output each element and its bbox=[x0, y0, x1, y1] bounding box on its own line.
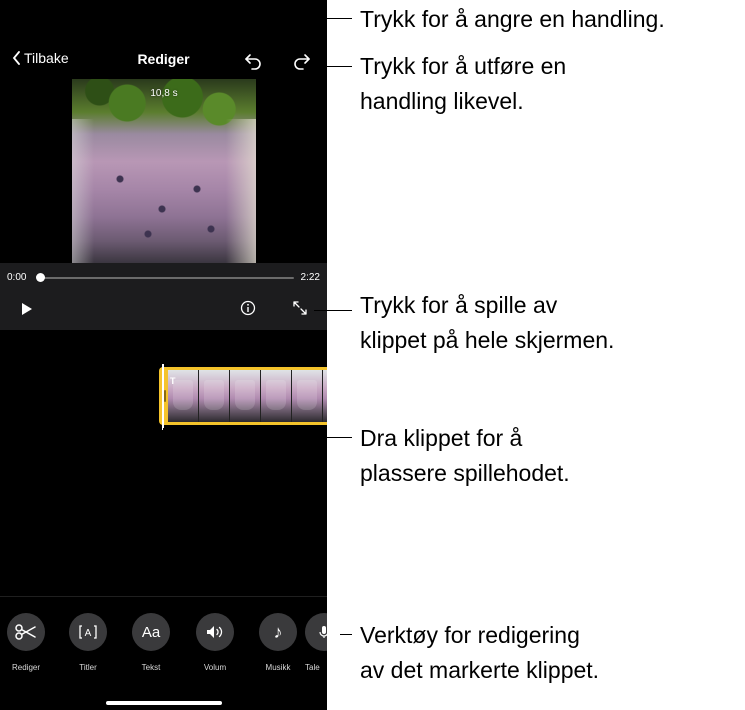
callout-line-fullscreen bbox=[314, 310, 352, 311]
clip-frame bbox=[230, 370, 261, 422]
time-end: 2:22 bbox=[300, 272, 320, 283]
playhead bbox=[162, 364, 164, 430]
tool-volum[interactable]: Volum bbox=[190, 613, 240, 672]
clip-duration: 10,8 s bbox=[150, 88, 178, 99]
clip-frame bbox=[292, 370, 323, 422]
callout-drag-line2: plassere spillehodet. bbox=[360, 460, 570, 486]
callout-line-redo bbox=[316, 66, 352, 67]
callout-fullscreen-line2: klippet på hele skjermen. bbox=[360, 327, 615, 353]
callout-drag-line1: Dra klippet for å bbox=[360, 425, 523, 451]
tool-musikk[interactable]: ♪ Musikk bbox=[253, 613, 303, 672]
tool-button[interactable]: Aa bbox=[132, 613, 170, 651]
scissors-icon bbox=[15, 624, 36, 640]
tool-button[interactable]: ♪ bbox=[259, 613, 297, 651]
redo-icon[interactable] bbox=[291, 49, 313, 71]
clip-frame bbox=[323, 370, 327, 422]
tool-label: Tekst bbox=[141, 663, 161, 672]
tool-titler[interactable]: A Titler bbox=[63, 613, 113, 672]
callout-redo-line2: handling likevel. bbox=[360, 88, 524, 114]
info-icon[interactable] bbox=[240, 300, 256, 316]
callout-line-drag bbox=[163, 437, 352, 438]
callout-tools-line1: Verktøy for redigering bbox=[360, 622, 580, 648]
preview-image-detail bbox=[92, 149, 232, 249]
video-preview[interactable]: 10,8 s bbox=[72, 79, 256, 263]
tool-label: Titler bbox=[79, 663, 97, 672]
navigation-bar: Tilbake Rediger bbox=[0, 0, 327, 80]
playback-controls: 0:00 2:22 bbox=[0, 263, 327, 330]
preview-image-glass bbox=[72, 119, 94, 263]
clip-frames bbox=[168, 370, 327, 422]
callout-fullscreen-line1: Trykk for å spille av bbox=[360, 292, 558, 318]
callout-undo: Trykk for å angre en handling. bbox=[360, 6, 665, 32]
play-icon[interactable] bbox=[21, 302, 33, 316]
tool-tale[interactable]: Tale bbox=[305, 613, 327, 672]
home-indicator[interactable] bbox=[106, 701, 222, 705]
title-marker-icon: T bbox=[170, 376, 176, 386]
tool-rediger[interactable]: Rediger bbox=[1, 613, 51, 672]
edit-toolbar: Rediger A Titler Aa Tekst Volum ♪ Musikk… bbox=[0, 596, 327, 710]
tool-tekst[interactable]: Aa Tekst bbox=[126, 613, 176, 672]
speaker-icon bbox=[207, 626, 223, 638]
callout-line-tools bbox=[340, 634, 352, 635]
callout-line-undo bbox=[256, 18, 352, 19]
tool-button[interactable]: A bbox=[69, 613, 107, 651]
callout-tools-line2: av det markerte klippet. bbox=[360, 657, 600, 683]
tool-button[interactable] bbox=[305, 613, 327, 651]
callout-line-undo-vertical bbox=[256, 18, 257, 48]
tool-label: Tale bbox=[305, 663, 320, 672]
tool-button[interactable] bbox=[196, 613, 234, 651]
tool-button[interactable] bbox=[7, 613, 45, 651]
preview-image-glass-right bbox=[226, 119, 256, 263]
voiceover-icon bbox=[319, 626, 327, 638]
clip-frame bbox=[261, 370, 292, 422]
page-title: Rediger bbox=[137, 51, 190, 67]
tool-label: Musikk bbox=[265, 663, 291, 672]
time-start: 0:00 bbox=[7, 272, 27, 283]
text-aa-icon: Aa bbox=[141, 623, 161, 641]
svg-text:A: A bbox=[85, 628, 92, 639]
scrubber-knob[interactable] bbox=[35, 273, 45, 282]
callout-redo-line1: Trykk for å utføre en bbox=[360, 53, 567, 79]
tool-label: Volum bbox=[203, 663, 227, 672]
scrubber-track[interactable] bbox=[40, 277, 294, 279]
timeline-clip[interactable]: T bbox=[159, 367, 327, 425]
tool-label: Rediger bbox=[11, 663, 40, 672]
fullscreen-icon[interactable] bbox=[292, 300, 308, 316]
music-note-icon: ♪ bbox=[273, 621, 283, 642]
callout-line-drag-vertical bbox=[163, 428, 164, 437]
phone-screen: Tilbake Rediger 10,8 s 0:00 2:22 T Redig… bbox=[0, 0, 327, 710]
timeline[interactable]: T bbox=[0, 330, 327, 596]
title-box-icon: A bbox=[79, 625, 97, 639]
clip-frame bbox=[199, 370, 230, 422]
undo-icon[interactable] bbox=[242, 49, 264, 71]
